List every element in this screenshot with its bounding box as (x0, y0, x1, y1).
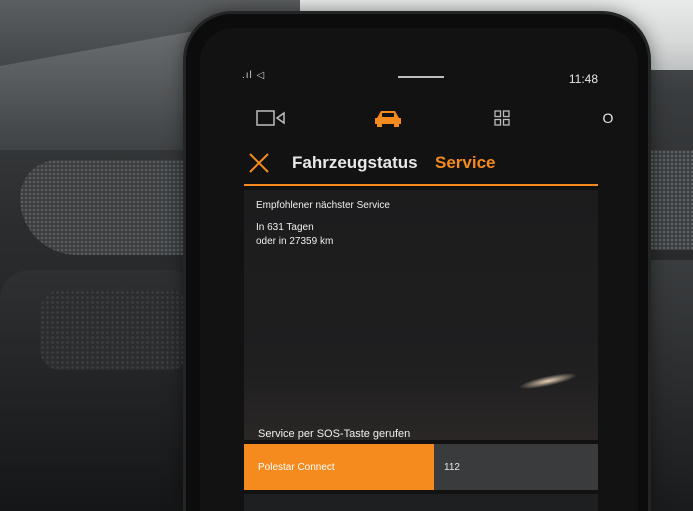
clock: 11:48 (568, 72, 598, 86)
page-header: Fahrzeugstatus Service (200, 146, 638, 186)
signal-icon: .ıl ◁ (242, 70, 266, 81)
service-days: In 631 Tagen (256, 222, 314, 233)
close-icon[interactable] (248, 152, 272, 176)
photo-scene: .ıl ◁ 11:48 O Fahrzeugstatus Service Emp… (0, 0, 693, 511)
infotainment-display: .ıl ◁ 11:48 O Fahrzeugstatus Service Emp… (186, 14, 648, 511)
screen: .ıl ◁ 11:48 O Fahrzeugstatus Service Emp… (200, 28, 638, 511)
sos-option-polestar-connect[interactable]: Polestar Connect (244, 444, 434, 490)
sos-option-label: 112 (444, 461, 460, 473)
drag-handle[interactable] (398, 76, 444, 78)
service-distance: oder in 27359 km (256, 236, 334, 247)
sos-heading: Service per SOS-Taste gerufen (258, 428, 411, 440)
apps-grid-icon[interactable] (490, 106, 514, 130)
profile-icon[interactable]: O (596, 106, 620, 130)
service-panel: Empfohlener nächster Service In 631 Tage… (244, 190, 598, 440)
tab-service[interactable]: Service (435, 153, 496, 173)
camera-icon[interactable] (254, 106, 288, 130)
bottom-strip (244, 494, 598, 511)
header-divider (244, 184, 598, 186)
page-title: Fahrzeugstatus (292, 153, 418, 172)
light-reflection (517, 369, 579, 393)
service-heading: Empfohlener nächster Service (256, 200, 390, 211)
sos-selector: Polestar Connect 112 (244, 444, 598, 490)
dashboard-left (0, 30, 200, 150)
car-icon[interactable] (370, 106, 406, 130)
sos-option-112[interactable]: 112 (434, 444, 598, 490)
speaker-grille-left (20, 160, 200, 255)
seat-texture (40, 290, 190, 370)
top-nav: O (200, 106, 638, 136)
status-bar: .ıl ◁ 11:48 (200, 68, 638, 92)
sos-option-label: Polestar Connect (258, 461, 335, 473)
profile-label: O (602, 110, 614, 126)
